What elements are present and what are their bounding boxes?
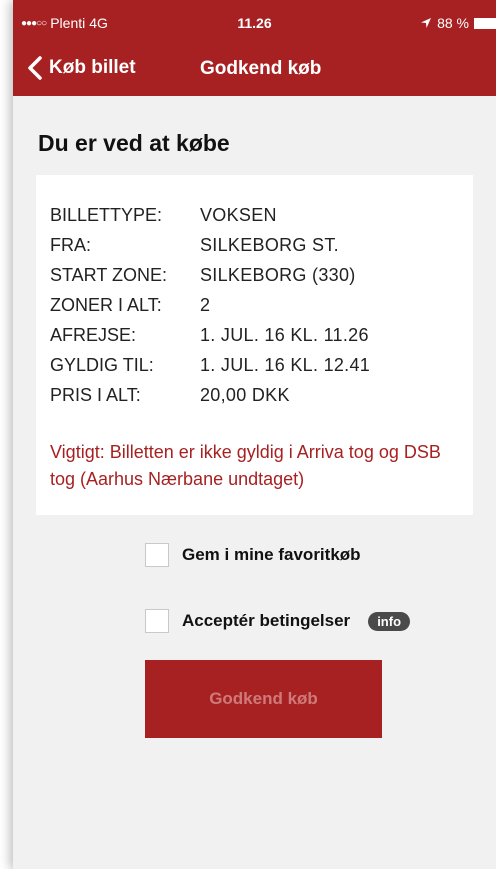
row-value: 2 bbox=[200, 295, 211, 315]
validity-warning: Vigtigt: Billetten er ikke gyldig i Arri… bbox=[50, 442, 441, 489]
ticket-row-type: BILLETTYPE: VOKSEN bbox=[50, 205, 370, 235]
accept-terms-checkbox[interactable] bbox=[145, 609, 169, 633]
ticket-details: BILLETTYPE: VOKSEN FRA: SILKEBORG ST. ST… bbox=[50, 205, 370, 415]
ticket-row-start-zone: START ZONE: SILKEBORG (330) bbox=[50, 265, 370, 295]
ticket-row-price: PRIS I ALT: 20,00 DKK bbox=[50, 385, 370, 415]
chevron-left-icon bbox=[28, 56, 42, 80]
battery-percent: 88 % bbox=[437, 15, 469, 31]
back-button-label: Køb billet bbox=[49, 57, 136, 78]
row-label: FRA: bbox=[50, 235, 92, 255]
row-value: 1. JUL. 16 KL. 12.41 bbox=[200, 355, 371, 375]
row-value: SILKEBORG (330) bbox=[200, 265, 356, 285]
row-value: 20,00 DKK bbox=[200, 385, 290, 405]
status-bar: ●●●○○ Plenti 4G 11.26 88 % bbox=[13, 0, 496, 42]
ticket-row-from: FRA: SILKEBORG ST. bbox=[50, 235, 370, 265]
accept-terms-label: Acceptér betingelser bbox=[182, 611, 351, 630]
page-title: Godkend køb bbox=[200, 58, 322, 79]
favorite-label: Gem i mine favoritkøb bbox=[182, 545, 361, 564]
accept-terms-option: Acceptér betingelser info bbox=[145, 609, 411, 633]
back-button[interactable]: Køb billet bbox=[27, 56, 136, 80]
row-value: 1. JUL. 16 KL. 11.26 bbox=[200, 325, 369, 345]
row-label: START ZONE: bbox=[50, 265, 168, 285]
ticket-row-zones: ZONER I ALT: 2 bbox=[50, 295, 370, 325]
location-arrow-icon bbox=[421, 18, 432, 28]
row-label: ZONER I ALT: bbox=[50, 295, 162, 315]
info-button[interactable]: info bbox=[368, 611, 411, 631]
confirm-purchase-button[interactable]: Godkend køb bbox=[145, 660, 382, 738]
ticket-summary-card: BILLETTYPE: VOKSEN FRA: SILKEBORG ST. ST… bbox=[36, 175, 473, 515]
row-label: BILLETTYPE: bbox=[50, 205, 163, 225]
ticket-row-valid-until: GYLDIG TIL: 1. JUL. 16 KL. 12.41 bbox=[50, 355, 370, 385]
ticket-row-departure: AFREJSE: 1. JUL. 16 KL. 11.26 bbox=[50, 325, 370, 355]
navigation-bar: Køb billet Godkend køb bbox=[13, 42, 496, 96]
row-label: AFREJSE: bbox=[50, 325, 137, 345]
row-label: PRIS I ALT: bbox=[50, 385, 141, 405]
battery-info: 88 % bbox=[420, 15, 496, 31]
battery-icon bbox=[474, 17, 496, 29]
favorite-checkbox[interactable] bbox=[145, 543, 169, 567]
row-value: SILKEBORG ST. bbox=[200, 235, 339, 255]
phone-screen: ●●●○○ Plenti 4G 11.26 88 % Køb billet Go… bbox=[13, 0, 496, 869]
row-value: VOKSEN bbox=[200, 205, 277, 225]
favorite-option: Gem i mine favoritkøb bbox=[145, 543, 361, 567]
row-label: GYLDIG TIL: bbox=[50, 355, 154, 375]
section-heading: Du er ved at købe bbox=[38, 130, 230, 156]
